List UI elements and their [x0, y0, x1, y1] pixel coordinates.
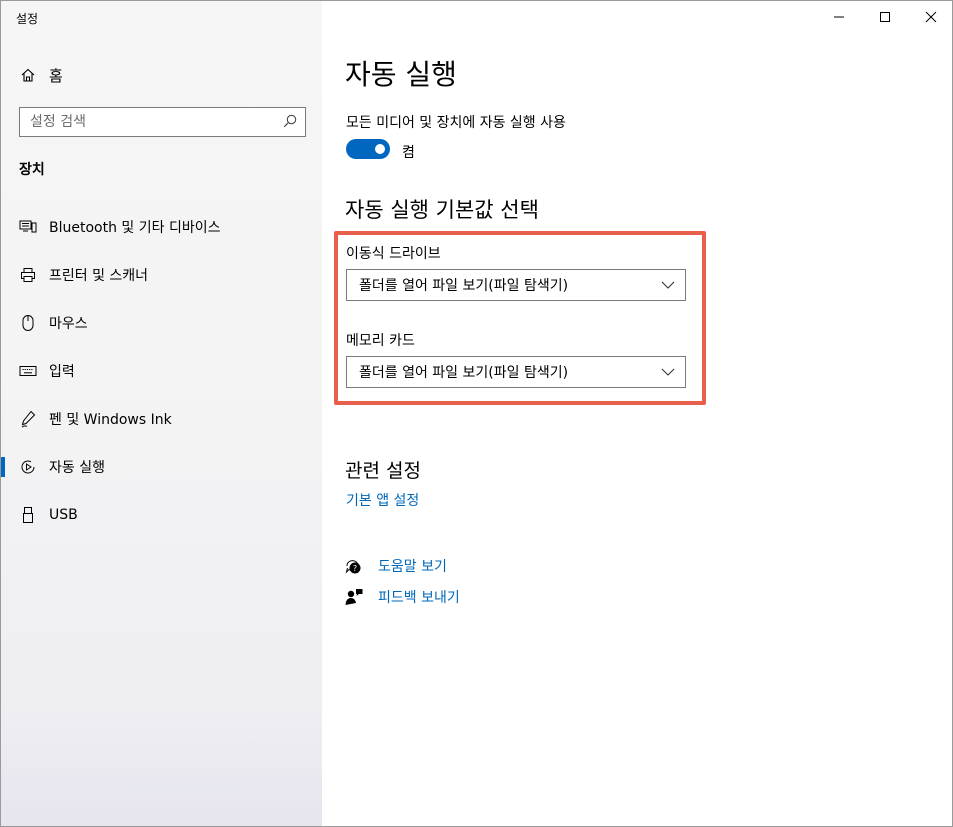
sidebar-item-bluetooth[interactable]: Bluetooth 및 기타 디바이스	[1, 203, 322, 251]
sidebar-item-typing[interactable]: 입력	[1, 347, 322, 395]
search-input[interactable]	[30, 114, 270, 130]
maximize-button[interactable]	[862, 1, 908, 33]
toggle-knob	[375, 144, 385, 154]
close-icon	[925, 8, 937, 27]
memory-card-label: 메모리 카드	[346, 333, 415, 349]
sidebar: 설정 홈 장치 Bluetooth 및 기타 디바이스	[1, 1, 322, 826]
keyboard-icon	[19, 362, 37, 380]
sidebar-item-pen[interactable]: 펜 및 Windows Ink	[1, 395, 322, 443]
app-title: 설정	[16, 12, 39, 26]
removable-drive-dropdown[interactable]: 폴더를 열어 파일 보기(파일 탐색기)	[346, 269, 686, 301]
autoplay-toggle-label: 모든 미디어 및 장치에 자동 실행 사용	[346, 115, 566, 131]
toggle-state-text: 켬	[402, 145, 415, 161]
caption-buttons	[816, 1, 952, 33]
close-button[interactable]	[908, 1, 952, 33]
removable-drive-label: 이동식 드라이브	[346, 246, 441, 262]
minimize-icon	[833, 8, 845, 27]
sidebar-item-label: 자동 실행	[49, 460, 105, 476]
autoplay-toggle[interactable]	[346, 139, 390, 159]
sidebar-item-label: 펜 및 Windows Ink	[49, 412, 172, 428]
help-icon: ?	[344, 556, 364, 576]
dropdown-value: 폴더를 열어 파일 보기(파일 탐색기)	[359, 365, 569, 381]
feedback-row[interactable]: 피드백 보내기	[344, 587, 460, 607]
mouse-icon	[19, 314, 37, 332]
minimize-button[interactable]	[816, 1, 862, 33]
sidebar-item-label: 마우스	[49, 316, 88, 332]
default-apps-link[interactable]: 기본 앱 설정	[346, 490, 419, 510]
sidebar-item-label: 입력	[49, 364, 75, 380]
settings-search[interactable]	[19, 107, 306, 137]
chevron-down-icon	[661, 277, 675, 293]
printer-icon	[19, 266, 37, 284]
sidebar-item-label: USB	[49, 507, 78, 523]
maximize-icon	[879, 8, 891, 27]
dropdown-value: 폴더를 열어 파일 보기(파일 탐색기)	[359, 278, 569, 294]
get-help-link[interactable]: 도움말 보기	[378, 556, 447, 576]
search-icon[interactable]	[283, 113, 297, 132]
bluetooth-devices-icon	[19, 218, 37, 236]
sidebar-item-label: Bluetooth 및 기타 디바이스	[49, 220, 221, 236]
pen-icon	[19, 410, 37, 428]
sidebar-item-printers[interactable]: 프린터 및 스캐너	[1, 251, 322, 299]
sidebar-item-label: 프린터 및 스캐너	[49, 268, 149, 284]
settings-window: 설정 홈 장치 Bluetooth 및 기타 디바이스	[0, 0, 953, 827]
autoplay-icon	[19, 458, 37, 476]
main-content: 자동 실행 모든 미디어 및 장치에 자동 실행 사용 켬 자동 실행 기본값 …	[322, 1, 952, 826]
home-icon	[19, 66, 37, 84]
page-title: 자동 실행	[345, 58, 457, 91]
home-link[interactable]: 홈	[19, 64, 63, 86]
svg-text:?: ?	[353, 564, 357, 573]
sidebar-item-mouse[interactable]: 마우스	[1, 299, 322, 347]
chevron-down-icon	[661, 364, 675, 380]
feedback-icon	[344, 587, 364, 607]
section-title: 장치	[19, 162, 45, 178]
usb-icon	[19, 506, 37, 524]
selected-indicator	[1, 457, 5, 477]
help-row[interactable]: ? 도움말 보기	[344, 556, 447, 576]
sidebar-item-autoplay[interactable]: 자동 실행	[1, 443, 322, 491]
related-settings-heading: 관련 설정	[345, 460, 421, 482]
memory-card-dropdown[interactable]: 폴더를 열어 파일 보기(파일 탐색기)	[346, 356, 686, 388]
defaults-heading: 자동 실행 기본값 선택	[345, 198, 539, 222]
send-feedback-link[interactable]: 피드백 보내기	[378, 587, 460, 607]
home-label: 홈	[49, 66, 63, 85]
sidebar-item-usb[interactable]: USB	[1, 491, 322, 539]
